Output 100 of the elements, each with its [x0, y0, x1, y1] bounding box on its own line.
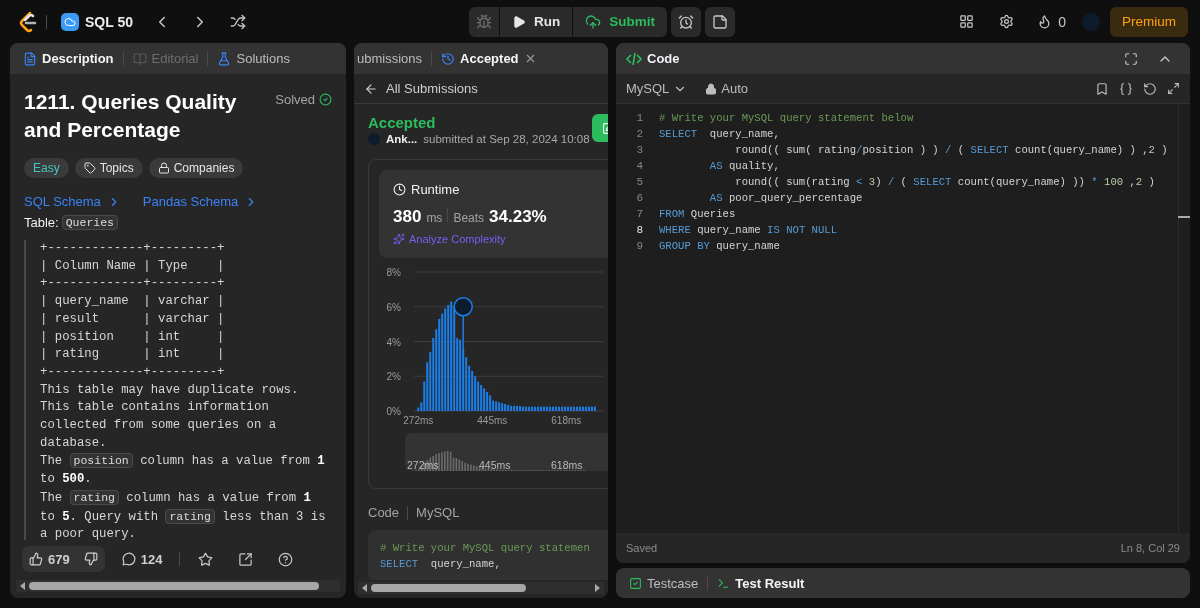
note-icon: [712, 13, 729, 30]
runtime-title: Runtime: [411, 182, 460, 197]
table-label: Table:: [24, 215, 59, 230]
navigator-label: 272ms: [406, 459, 440, 471]
check-icon: [319, 93, 332, 106]
reset-button[interactable]: [1141, 81, 1159, 96]
code-line: AS poor_query_percentage: [708, 191, 864, 206]
sparkle-icon: [393, 233, 405, 245]
panel-tab[interactable]: Test Result: [714, 575, 808, 591]
comments-button[interactable]: 124: [114, 546, 170, 572]
code-label: Code: [368, 505, 400, 520]
bookmark-icon: [1095, 81, 1109, 96]
line-number: 5: [636, 175, 643, 190]
description-text: The rating column has a value from 1 to 5. Query with rating less than 3 is a poor query.: [40, 488, 327, 540]
thumbs-up-icon: [29, 552, 43, 566]
problem-list-button[interactable]: SQL 50: [55, 6, 139, 37]
x-tick-label: 272ms: [403, 415, 434, 426]
book-icon: [132, 51, 147, 66]
code-line: GROUP BY query_name: [659, 239, 781, 254]
table-name: Queries: [61, 215, 118, 230]
logo-icon: [18, 10, 38, 33]
panel-tab[interactable]: Description: [20, 51, 117, 66]
avatar: [1082, 12, 1100, 31]
play-icon: [512, 14, 527, 29]
auto-mode-button[interactable]: Auto: [703, 81, 751, 96]
code-line: SELECT query_name,: [380, 557, 502, 572]
debug-button[interactable]: [469, 6, 500, 37]
panel-tab[interactable]: ubmissions: [354, 51, 426, 66]
tag-button[interactable]: Companies: [148, 158, 244, 178]
tag-icon: [83, 162, 96, 174]
code-line: # Write your MySQL query statemen: [380, 541, 591, 556]
code-line: FROM Queries: [659, 207, 737, 222]
submission-time: submitted at Sep 28, 2024 10:08: [423, 133, 590, 145]
beats-label: Beats: [453, 211, 485, 225]
line-number: 2: [636, 127, 643, 142]
comment-icon: [121, 552, 136, 566]
history-icon: [441, 51, 456, 66]
schema-table-line: +-------------+---------+: [40, 275, 226, 293]
schema-link[interactable]: SQL Schema: [24, 194, 121, 209]
panel-title: Code: [647, 51, 680, 66]
back-link[interactable]: All Submissions: [354, 74, 608, 104]
star-icon: [197, 551, 213, 567]
code-line: round(( sum(rating < 3) / ( SELECT count(query_name) )) * 100 ,2 ): [734, 175, 1156, 190]
y-tick-label: 4%: [386, 336, 401, 348]
alarm-button[interactable]: [671, 6, 702, 37]
username-link[interactable]: Ank...: [386, 133, 418, 145]
undo-icon: [1143, 81, 1157, 96]
code-line: # Write your MySQL query statement below: [659, 111, 915, 126]
line-number: 8: [636, 223, 643, 238]
line-number: 4: [636, 159, 643, 174]
note-button[interactable]: [705, 6, 736, 37]
code-icon: [626, 51, 642, 66]
schema-table-line: | query_name | varchar |: [40, 293, 226, 311]
expand-icon: [1167, 82, 1180, 95]
code-line: SELECT query_name,: [659, 127, 781, 142]
run-button[interactable]: Run: [500, 6, 573, 37]
difficulty-tag: Easy: [24, 158, 69, 178]
lock-icon: [705, 82, 718, 95]
code-line: WHERE query_name IS NOT NULL: [659, 223, 839, 238]
flask-icon: [217, 51, 232, 66]
description-text: The position column has a value from 1 to 500.: [40, 452, 326, 489]
beats-value: 34.23%: [489, 207, 547, 227]
problem-title: 1211. Queries Quality and Percentage: [24, 89, 238, 143]
avatar: [368, 133, 380, 145]
schema-table-line: +-------------+---------+: [40, 240, 226, 257]
expand-button[interactable]: [1165, 82, 1182, 95]
alarm-clock-icon: [678, 13, 695, 30]
cloud-upload-icon: [585, 13, 602, 30]
line-number: 9: [636, 239, 643, 254]
schema-table-line: | Column Name | Type |: [40, 257, 226, 275]
navigator-label: 445ms: [478, 459, 512, 471]
description-text: This table contains information collected from some queries on a database.: [40, 399, 278, 452]
clock-icon: [393, 183, 406, 196]
language-label: MySQL: [416, 505, 460, 520]
line-number: 1: [636, 111, 643, 126]
bug-icon: [476, 13, 493, 30]
submit-button[interactable]: Submit: [573, 6, 668, 37]
navigator-label: 618ms: [550, 459, 584, 471]
premium-button[interactable]: Premium: [1110, 6, 1188, 37]
format-button[interactable]: [1117, 81, 1135, 96]
schema-table-line: | result | varchar |: [40, 310, 226, 328]
avatar-marker: [453, 297, 473, 350]
settings-icon: [998, 14, 1014, 29]
line-number: 6: [636, 191, 643, 206]
y-tick-label: 0%: [386, 406, 401, 417]
schema-link[interactable]: Pandas Schema: [142, 194, 259, 209]
panel-tab[interactable]: Testcase: [626, 575, 702, 591]
runtime-value: 380: [393, 207, 422, 227]
status-text: Solved: [275, 92, 315, 107]
schema-table-line: +-------------+---------+: [40, 363, 226, 381]
tag-button[interactable]: Topics: [74, 158, 143, 178]
save-status: Saved: [626, 542, 658, 554]
panel-tab[interactable]: Accepted: [438, 51, 540, 66]
streak-button[interactable]: 0: [1031, 6, 1072, 37]
share-icon: [237, 551, 253, 567]
language-dropdown[interactable]: MySQL: [624, 81, 690, 96]
y-tick-label: 2%: [386, 371, 401, 383]
description-text: This table may have duplicate rows.: [40, 381, 300, 399]
panel-tab[interactable]: Solutions: [214, 51, 293, 66]
grid-icon: [958, 14, 974, 29]
